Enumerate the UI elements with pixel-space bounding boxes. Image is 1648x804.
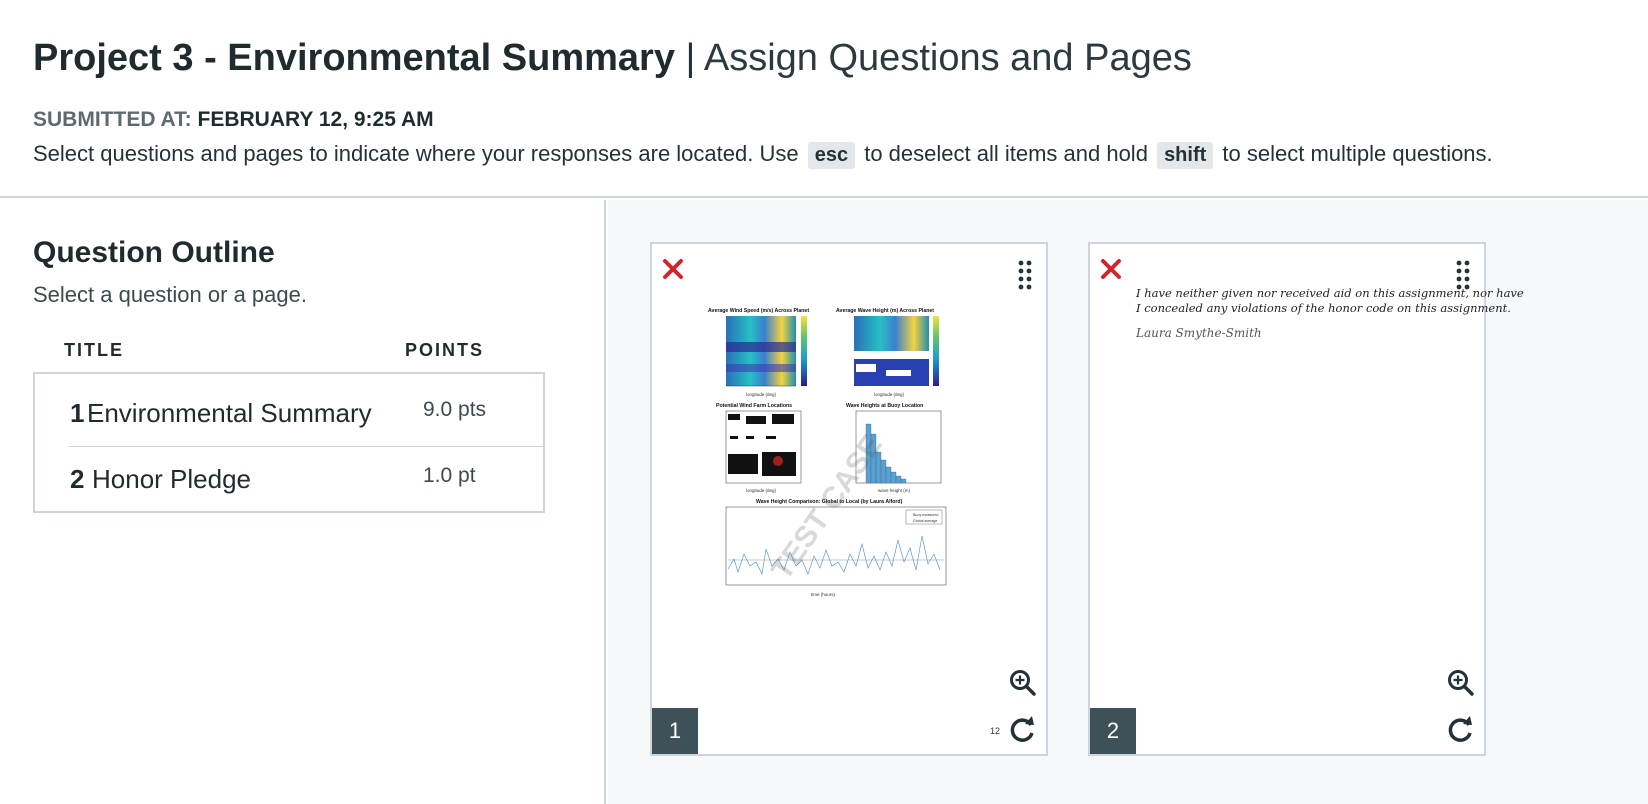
question-points: 9.0 pts xyxy=(423,398,487,421)
rotate-icon[interactable] xyxy=(1446,714,1476,744)
plot-3-title: Potential Wind Farm Locations xyxy=(716,403,792,409)
rotate-icon[interactable] xyxy=(1008,714,1038,744)
page-subtitle: Assign Questions and Pages xyxy=(703,37,1192,79)
drag-handle-icon[interactable] xyxy=(1018,260,1032,290)
submitted-value: FEBRUARY 12, 9:25 AM xyxy=(197,108,434,131)
page-footer-number: 12 xyxy=(989,726,1000,736)
close-x-icon[interactable] xyxy=(1100,258,1122,280)
plot-1-title: Average Wind Speed (m/s) Across Planet xyxy=(708,308,809,314)
page-card-2[interactable]: I have neither given nor received aid on… xyxy=(1088,242,1524,756)
legend-global: Global average xyxy=(913,519,937,523)
outline-title: Question Outline xyxy=(33,236,275,269)
honor-pledge-text: I have neither given nor received aid on… xyxy=(1136,286,1524,316)
column-header-points: POINTS xyxy=(405,340,485,360)
submitted-label: SUBMITTED AT: xyxy=(33,108,192,131)
signature: Laura Smythe-Smith xyxy=(1136,326,1262,340)
submitted-at: SUBMITTED AT: FEBRUARY 12, 9:25 AM xyxy=(33,107,434,133)
svg-text:time (hours): time (hours) xyxy=(811,592,836,597)
svg-text:longitude (deg): longitude (deg) xyxy=(874,392,905,397)
question-title: Honor Pledge xyxy=(92,464,251,494)
page-thumbnail: Average Wind Speed (m/s) Across Planet l… xyxy=(708,308,947,597)
svg-text:longitude (deg): longitude (deg) xyxy=(746,392,777,397)
question-title: Environmental Summary xyxy=(87,398,372,428)
instructions-part-1: Select questions and pages to indicate w… xyxy=(33,141,799,166)
svg-text:longitude (deg): longitude (deg) xyxy=(746,488,777,493)
title-separator: | xyxy=(674,37,704,79)
page-number-badge: 2 xyxy=(1090,708,1136,754)
instructions-part-3: to select multiple questions. xyxy=(1222,141,1493,166)
question-row-1[interactable]: 1 Environmental Summary 9.0 pts xyxy=(35,380,543,444)
column-header-title: TITLE xyxy=(64,340,124,360)
question-number: 1 xyxy=(70,398,85,428)
instructions: Select questions and pages to indicate w… xyxy=(33,139,1493,170)
question-number: 2 xyxy=(70,464,85,494)
plot-2-title: Average Wave Height (m) Across Planet xyxy=(836,308,934,314)
page-number-badge: 1 xyxy=(652,708,698,754)
assignment-title: Project 3 - Environmental Summary xyxy=(33,37,675,79)
close-x-icon[interactable] xyxy=(662,258,684,280)
pages-panel: Average Wind Speed (m/s) Across Planet l… xyxy=(608,200,1648,804)
svg-text:wave height (m): wave height (m) xyxy=(878,488,911,493)
esc-key-hint: esc xyxy=(807,142,856,169)
page-title: Project 3 - Environmental Summary | Assi… xyxy=(33,34,1192,82)
zoom-in-icon[interactable] xyxy=(1446,668,1476,698)
question-outline-panel: Question Outline Select a question or a … xyxy=(0,200,606,804)
instructions-part-2: to deselect all items and hold xyxy=(864,141,1148,166)
page-card-1[interactable]: Average Wind Speed (m/s) Across Planet l… xyxy=(650,242,1048,756)
question-list: 1 Environmental Summary 9.0 pts 2 Honor … xyxy=(33,372,545,513)
question-points: 1.0 pt xyxy=(423,464,476,487)
plot-4-title: Wave Heights at Buoy Location xyxy=(846,403,923,409)
question-row-2[interactable]: 2 Honor Pledge 1.0 pt xyxy=(35,446,543,510)
legend-buoy: Buoy-measured xyxy=(913,513,938,517)
pledge-line-2: I concealed any violations of the honor … xyxy=(1136,301,1511,315)
outline-subtitle: Select a question or a page. xyxy=(33,282,307,307)
page-header: Project 3 - Environmental Summary | Assi… xyxy=(0,0,1648,198)
pledge-line-1: I have neither given nor received aid on… xyxy=(1136,286,1524,300)
zoom-in-icon[interactable] xyxy=(1008,668,1038,698)
shift-key-hint: shift xyxy=(1157,142,1214,169)
